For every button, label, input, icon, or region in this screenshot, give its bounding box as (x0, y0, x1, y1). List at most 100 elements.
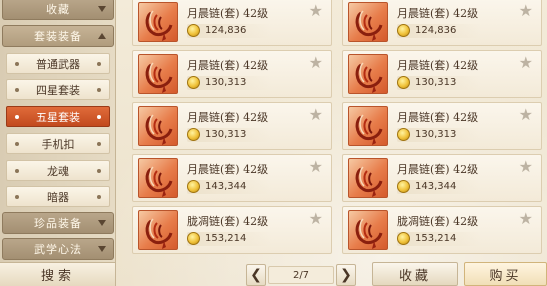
star-icon[interactable]: ★ (519, 107, 533, 123)
category-label: 收藏 (46, 3, 70, 16)
star-icon[interactable]: ★ (309, 3, 323, 19)
category-martial-arts[interactable]: 武学心法 (2, 238, 114, 260)
item-price: 124,836 (205, 25, 247, 36)
category-label: 珍品装备 (34, 217, 82, 230)
item-card[interactable]: 胧凋链(套) 42级 153,214 ★ (132, 206, 332, 254)
star-icon[interactable]: ★ (309, 55, 323, 71)
subcategory-normal-weapon[interactable]: 普通武器 (6, 53, 110, 74)
category-label: 套装装备 (34, 30, 82, 43)
favorite-button[interactable]: 收藏 (372, 262, 458, 286)
item-name: 胧凋链(套) 42级 (397, 215, 479, 228)
item-name: 月晨链(套) 42级 (397, 111, 479, 124)
item-name: 月晨链(套) 42级 (187, 163, 269, 176)
item-price: 130,313 (415, 129, 457, 140)
bullet-icon (97, 88, 101, 92)
bullet-icon (15, 115, 19, 119)
subcategory-label: 五星套装 (36, 110, 80, 124)
gold-coin-icon (397, 24, 410, 37)
item-name: 月晨链(套) 42级 (187, 111, 269, 124)
category-favorites[interactable]: 收藏 (2, 0, 114, 20)
category-sidebar: 收藏 套装装备 普通武器 四星套装 五星套装 手机扣 龙魂 暗器 珍品装备 武学… (0, 0, 116, 286)
search-button[interactable]: 搜索 (0, 262, 115, 286)
bullet-icon (15, 88, 19, 92)
item-card[interactable]: 胧凋链(套) 42级 153,214 ★ (342, 206, 542, 254)
subcategory-dragon-soul[interactable]: 龙魂 (6, 160, 110, 181)
chevron-down-icon (98, 246, 106, 252)
item-card[interactable]: 月晨链(套) 42级 130,313 ★ (342, 102, 542, 150)
necklace-icon (138, 210, 178, 250)
item-price: 153,214 (205, 233, 247, 244)
gold-coin-icon (187, 128, 200, 141)
necklace-icon (348, 2, 388, 42)
item-card[interactable]: 月晨链(套) 42级 143,344 ★ (342, 154, 542, 202)
chevron-down-icon (98, 6, 106, 12)
item-name: 月晨链(套) 42级 (187, 7, 269, 20)
item-card[interactable]: 月晨链(套) 42级 130,313 ★ (132, 50, 332, 98)
item-price: 143,344 (415, 181, 457, 192)
category-label: 武学心法 (34, 243, 82, 256)
subcategory-label: 普通武器 (36, 57, 80, 71)
bullet-icon (15, 169, 19, 173)
buy-button[interactable]: 购买 (464, 262, 547, 286)
item-price: 130,313 (205, 77, 247, 88)
chevron-up-icon (98, 33, 106, 39)
item-price: 143,344 (205, 181, 247, 192)
subcategory-hidden-weapon[interactable]: 暗器 (6, 186, 110, 207)
category-rare-equipment[interactable]: 珍品装备 (2, 212, 114, 234)
gold-coin-icon (187, 76, 200, 89)
bullet-icon (15, 62, 19, 66)
page-indicator: 2/7 (268, 266, 334, 284)
category-set-equipment[interactable]: 套装装备 (2, 25, 114, 47)
item-card[interactable]: 月晨链(套) 42级 143,344 ★ (132, 154, 332, 202)
item-name: 月晨链(套) 42级 (397, 163, 479, 176)
gold-coin-icon (187, 24, 200, 37)
star-icon[interactable]: ★ (519, 159, 533, 175)
star-icon[interactable]: ★ (309, 107, 323, 123)
star-icon[interactable]: ★ (519, 55, 533, 71)
subcategory-label: 龙魂 (47, 164, 69, 178)
necklace-icon (348, 210, 388, 250)
gold-coin-icon (397, 232, 410, 245)
subcategory-label: 四星套装 (36, 83, 80, 97)
item-card[interactable]: 月晨链(套) 42级 130,313 ★ (342, 50, 542, 98)
star-icon[interactable]: ★ (519, 3, 533, 19)
necklace-icon (138, 158, 178, 198)
gold-coin-icon (397, 128, 410, 141)
necklace-icon (348, 106, 388, 146)
necklace-icon (138, 54, 178, 94)
subcategory-label: 手机扣 (41, 137, 75, 151)
star-icon[interactable]: ★ (519, 211, 533, 227)
next-page-button[interactable]: ❯ (336, 264, 356, 286)
item-name: 月晨链(套) 42级 (397, 59, 479, 72)
gold-coin-icon (397, 180, 410, 193)
star-icon[interactable]: ★ (309, 159, 323, 175)
item-card[interactable]: 月晨链(套) 42级 130,313 ★ (132, 102, 332, 150)
gold-coin-icon (187, 232, 200, 245)
necklace-icon (348, 158, 388, 198)
item-name: 月晨链(套) 42级 (397, 7, 479, 20)
item-price: 124,836 (415, 25, 457, 36)
necklace-icon (138, 2, 178, 42)
item-name: 胧凋链(套) 42级 (187, 215, 269, 228)
subcategory-phone-charm[interactable]: 手机扣 (6, 133, 110, 154)
subcategory-four-star-set[interactable]: 四星套装 (6, 79, 110, 100)
item-name: 月晨链(套) 42级 (187, 59, 269, 72)
bullet-icon (97, 142, 101, 146)
item-price: 130,313 (205, 129, 247, 140)
item-card[interactable]: 月晨链(套) 42级 124,836 ★ (132, 0, 332, 46)
bullet-icon (97, 115, 101, 119)
item-card[interactable]: 月晨链(套) 42级 124,836 ★ (342, 0, 542, 46)
bullet-icon (15, 142, 19, 146)
bullet-icon (15, 195, 19, 199)
necklace-icon (138, 106, 178, 146)
item-price: 130,313 (415, 77, 457, 88)
subcategory-five-star-set[interactable]: 五星套装 (6, 106, 110, 127)
subcategory-label: 暗器 (47, 190, 69, 204)
chevron-down-icon (98, 220, 106, 226)
bullet-icon (97, 62, 101, 66)
prev-page-button[interactable]: ❮ (246, 264, 266, 286)
star-icon[interactable]: ★ (309, 211, 323, 227)
gold-coin-icon (397, 76, 410, 89)
gold-coin-icon (187, 180, 200, 193)
necklace-icon (348, 54, 388, 94)
